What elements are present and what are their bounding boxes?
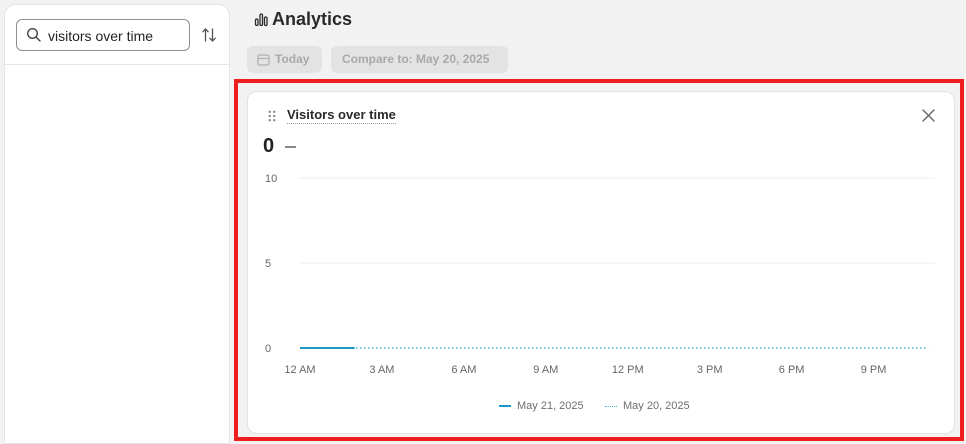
bar-chart-icon: [254, 13, 268, 27]
page-title: Analytics: [272, 9, 353, 29]
compare-to-label: Compare to: May 20, 2025: [342, 52, 490, 66]
legend-item-compare[interactable]: May 20, 2025: [605, 400, 690, 412]
y-tick-label: 0: [265, 343, 271, 355]
legend-label-compare: May 20, 2025: [623, 400, 690, 412]
x-tick-label: 9 AM: [533, 364, 558, 376]
close-icon[interactable]: [922, 109, 935, 122]
search-icon: [26, 27, 41, 42]
compare-to-button[interactable]: Compare to: May 20, 2025: [331, 46, 508, 73]
drag-handle-icon[interactable]: [268, 110, 276, 122]
x-tick-label: 12 PM: [612, 364, 644, 376]
x-tick-label: 6 AM: [451, 364, 476, 376]
search-value: visitors over time: [48, 28, 154, 44]
change-dash: [285, 146, 296, 148]
card-title[interactable]: Visitors over time: [287, 107, 396, 124]
date-range-label: Today: [275, 52, 310, 66]
legend-swatch-dotted: [605, 405, 617, 407]
sidebar: visitors over time: [4, 4, 230, 444]
legend-label-current: May 21, 2025: [517, 400, 584, 412]
legend-item-current[interactable]: May 21, 2025: [499, 400, 584, 412]
x-tick-label: 3 AM: [369, 364, 394, 376]
y-tick-label: 10: [265, 173, 277, 185]
search-row: visitors over time: [5, 5, 229, 65]
visitors-chart: 0 5 10 12 AM 3 AM 6 AM 9 AM 12 PM 3 PM 6 PM 9 PM: [265, 173, 935, 376]
x-tick-label: 12 AM: [284, 364, 315, 376]
date-range-button[interactable]: Today: [247, 46, 322, 73]
y-tick-label: 5: [265, 258, 271, 270]
sort-arrows-icon[interactable]: [201, 27, 217, 43]
total-value: 0: [263, 135, 275, 157]
x-tick-label: 9 PM: [861, 364, 887, 376]
x-tick-label: 6 PM: [779, 364, 805, 376]
legend-swatch-solid: [499, 405, 511, 408]
x-tick-label: 3 PM: [697, 364, 723, 376]
calendar-icon: [257, 54, 270, 66]
search-input[interactable]: visitors over time: [16, 19, 190, 51]
